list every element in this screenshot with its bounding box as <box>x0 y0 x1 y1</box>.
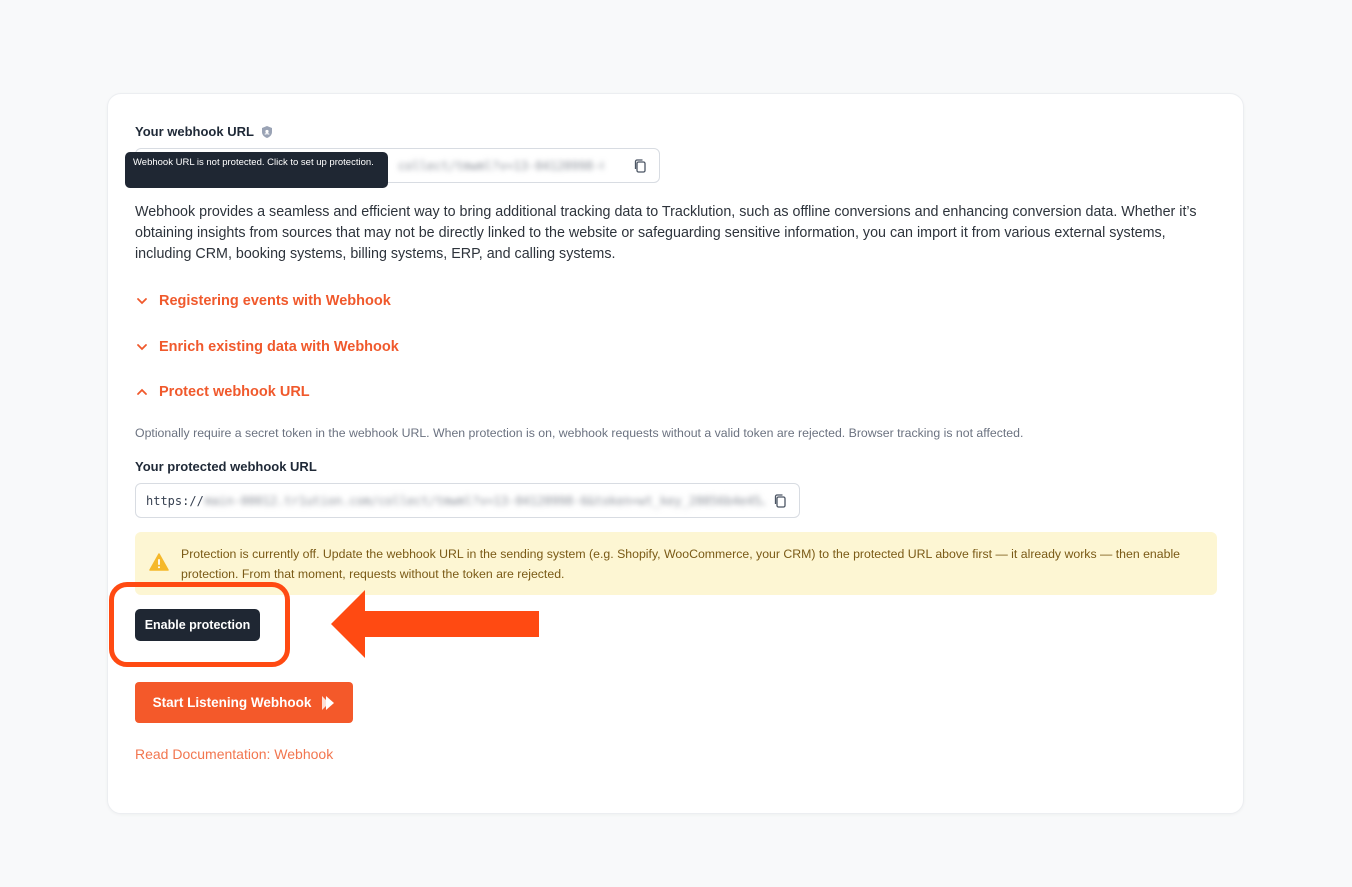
protect-hint: Optionally require a secret token in the… <box>135 426 1024 440</box>
alert-message: Protection is currently off. Update the … <box>181 547 1181 581</box>
start-listening-button[interactable]: Start Listening Webhook <box>135 682 353 723</box>
protected-url-field[interactable]: https:// main-00012.tr1ution.com/collect… <box>135 483 800 518</box>
accordion-protect-url[interactable]: Protect webhook URL <box>135 384 310 400</box>
chevron-down-icon <box>137 344 147 351</box>
accordion-registering-events[interactable]: Registering events with Webhook <box>135 293 391 309</box>
protected-url-prefix: https:// <box>146 493 204 508</box>
start-listening-label: Start Listening Webhook <box>152 695 312 710</box>
accordion-label: Protect webhook URL <box>159 384 310 400</box>
copy-icon[interactable] <box>632 158 648 174</box>
chevron-down-icon <box>137 298 147 305</box>
chevron-up-icon <box>137 388 147 395</box>
play-forward-icon <box>322 695 335 710</box>
annotation-arrow <box>331 590 539 658</box>
copy-icon[interactable] <box>772 493 788 509</box>
enable-protection-button[interactable]: Enable protection <box>135 609 260 641</box>
webhook-url-label: Your webhook URL <box>135 124 274 139</box>
unprotected-tooltip: Webhook URL is not protected. Click to s… <box>125 152 388 188</box>
accordion-label: Registering events with Webhook <box>159 293 391 309</box>
accordion-label: Enrich existing data with Webhook <box>159 339 399 355</box>
webhook-url-value: collect/tmwml?v=13-04120998-6 <box>398 158 603 173</box>
shield-icon[interactable] <box>260 125 274 139</box>
protected-url-label: Your protected webhook URL <box>135 459 317 474</box>
accordion-enrich-data[interactable]: Enrich existing data with Webhook <box>135 339 399 355</box>
webhook-description: Webhook provides a seamless and efficien… <box>135 204 1197 262</box>
protected-url-value: main-00012.tr1ution.com/collect/tmwml?v=… <box>204 493 765 508</box>
warning-icon <box>149 553 169 571</box>
documentation-link[interactable]: Read Documentation: Webhook <box>135 746 333 762</box>
protection-off-alert: Protection is currently off. Update the … <box>135 532 1217 595</box>
webhook-card: Your webhook URL collect/tmwml?v=13-0412… <box>107 93 1244 814</box>
